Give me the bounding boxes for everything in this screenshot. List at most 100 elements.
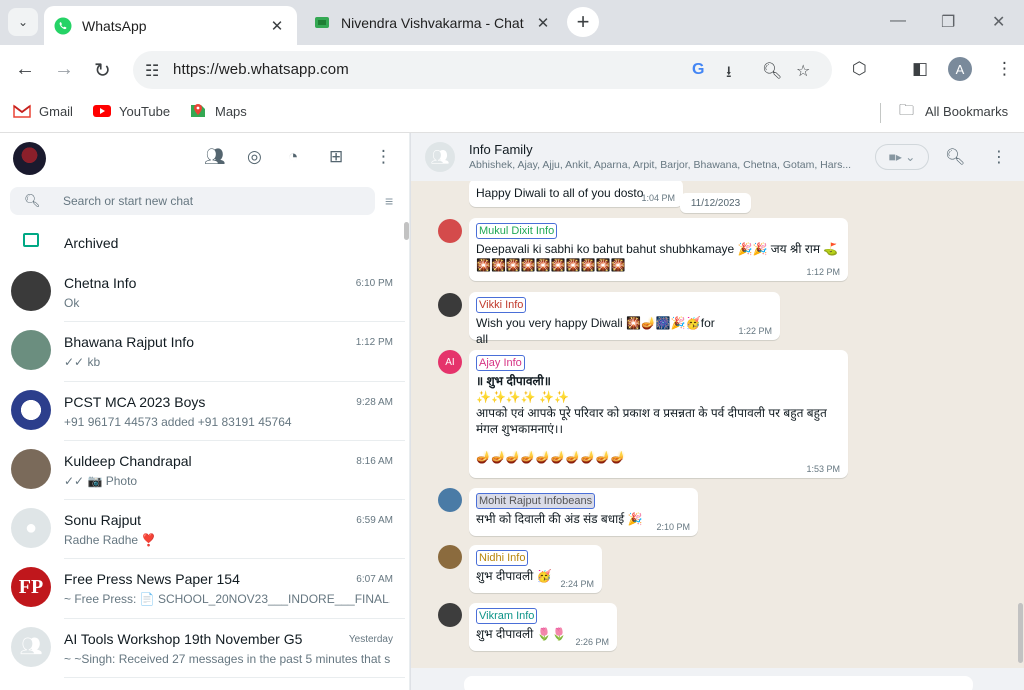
chat-time: 8:16 AM [356, 455, 393, 467]
reload-icon[interactable]: ↻ [94, 58, 111, 83]
more-menu-icon[interactable]: ⋮ [996, 59, 1013, 79]
chat-row[interactable]: Chetna Info 6:10 PM Ok [0, 263, 405, 323]
minimize-icon[interactable]: — [890, 12, 906, 30]
avatar[interactable] [438, 603, 462, 627]
search-input[interactable]: 🔍︎ Search or start new chat [10, 187, 375, 215]
filter-icon[interactable]: ≡ [385, 193, 393, 209]
chat-row[interactable]: FP Free Press News Paper 154 6:07 AM ~ F… [0, 559, 405, 619]
avatar[interactable] [438, 488, 462, 512]
sender-name[interactable]: Mohit Rajput Infobeans [476, 493, 596, 509]
message-text: Wish you very happy Diwali 🎇🪔🎆🎉🥳for all [476, 316, 715, 346]
sender-name[interactable]: Ajay Info [476, 355, 525, 371]
chat-name: Free Press News Paper 154 [64, 571, 240, 588]
address-bar[interactable]: ☷ https://web.whatsapp.com G ⭳ 🔍︎ ☆ [133, 51, 832, 89]
install-app-icon[interactable]: ⭳ [726, 61, 732, 88]
close-icon[interactable]: ✕ [267, 17, 287, 35]
chat-list-pane: 👥︎ ◎ ◔ ⊞ ⋮ 🔍︎ Search or start new chat ≡… [0, 133, 410, 690]
chat-preview: Ok [64, 296, 80, 310]
tab-search-button[interactable]: ⌄ [8, 8, 38, 36]
left-header: 👥︎ ◎ ◔ ⊞ ⋮ [0, 133, 409, 181]
avatar: 👥︎ [11, 626, 51, 667]
all-bookmarks-button[interactable]: 🗀 All Bookmarks [899, 103, 1008, 119]
archived-label: Archived [64, 235, 119, 251]
tab-whatsapp[interactable]: WhatsApp ✕ [44, 6, 297, 45]
bookmark-gmail[interactable]: Gmail [13, 103, 73, 119]
message-bubble[interactable]: Happy Diwali to all of you dosto 1:04 PM [469, 179, 683, 207]
chat-row[interactable]: 👥︎ AI Tools Workshop 19th November G5 Ye… [0, 619, 405, 679]
plus-icon: + [576, 9, 590, 34]
tab-nivendra-chat[interactable]: Nivendra Vishvakarma - Chat ✕ [303, 6, 563, 40]
avatar[interactable] [438, 219, 462, 243]
bookmark-label: Gmail [39, 103, 73, 119]
menu-icon[interactable]: ⋮ [991, 147, 1007, 167]
my-profile-avatar[interactable] [13, 142, 46, 175]
group-name[interactable]: Info Family [469, 142, 533, 157]
avatar [11, 330, 51, 371]
bookmark-star-icon[interactable]: ☆ [796, 61, 810, 81]
status-icon[interactable]: ◎ [247, 147, 262, 167]
chat-row[interactable]: Bhawana Rajput Info 1:12 PM ✓✓ kb [0, 322, 405, 382]
message-input[interactable] [464, 676, 973, 690]
bookmark-youtube[interactable]: YouTube [93, 103, 170, 119]
sender-name[interactable]: Vikki Info [476, 297, 527, 313]
search-icon[interactable]: 🔍︎ [945, 147, 965, 167]
chevron-down-icon: ⌄ [17, 15, 29, 29]
chat-row[interactable]: PCST MCA 2023 Boys 9:28 AM +91 96171 445… [0, 382, 405, 441]
site-settings-icon[interactable]: ☷ [145, 61, 159, 81]
side-panel-icon[interactable]: ◧ [912, 59, 928, 79]
sender-name[interactable]: Nidhi Info [476, 550, 529, 566]
bookmark-label: Maps [215, 103, 247, 119]
message-bubble[interactable]: Mukul Dixit Info Deepavali ki sabhi ko b… [469, 218, 848, 281]
group-avatar[interactable]: 👥︎ [425, 142, 455, 172]
chat-time: 9:28 AM [356, 396, 393, 408]
video-call-button[interactable]: ■▸ ⌄ [875, 144, 929, 170]
message-bubble[interactable]: Vikram Info शुभ दीपावली 🌷🌷 2:26 PM [469, 603, 617, 651]
scrollbar[interactable] [404, 222, 409, 240]
bookmark-maps[interactable]: Maps [189, 103, 247, 119]
conversation-header[interactable]: 👥︎ Info Family Abhishek, Ajay, Ajju, Ank… [411, 133, 1024, 181]
message-text: 🪔🪔🪔🪔🪔🪔🪔🪔🪔🪔 [476, 450, 626, 464]
message-time: 2:10 PM [656, 522, 690, 532]
avatar [11, 448, 51, 489]
tab-strip: ⌄ WhatsApp ✕ Nivendra Vishvakarma - Chat… [0, 0, 1024, 45]
bookmark-label: YouTube [119, 103, 171, 119]
message-time: 1:53 PM [806, 464, 840, 474]
archived-row[interactable]: Archived [0, 225, 405, 263]
message-bubble[interactable]: Nidhi Info शुभ दीपावली 🥳 2:24 PM [469, 545, 602, 593]
back-icon[interactable]: ← [15, 58, 35, 81]
message-bubble[interactable]: Ajay Info ॥ शुभ दीपावली॥ ✨✨✨✨ ✨✨ आपको एव… [469, 350, 848, 478]
restore-icon[interactable]: ❐ [941, 12, 955, 32]
zoom-icon[interactable]: 🔍︎ [762, 61, 782, 81]
new-chat-icon[interactable]: ⊞ [329, 147, 343, 167]
chat-list: Chetna Info 6:10 PM Ok Bhawana Rajput In… [0, 263, 405, 679]
communities-icon[interactable]: 👥︎ [204, 147, 226, 167]
search-placeholder: Search or start new chat [63, 194, 194, 208]
message-bubble[interactable]: Mohit Rajput Infobeans सभी को दिवाली की … [469, 488, 698, 536]
avatar[interactable] [438, 293, 462, 317]
window-close-icon[interactable]: ✕ [992, 12, 1005, 32]
google-icon[interactable]: G [692, 61, 704, 79]
new-tab-button[interactable]: + [567, 7, 599, 37]
forward-icon[interactable]: → [54, 58, 74, 81]
archive-icon [23, 233, 39, 247]
whatsapp-icon [54, 17, 72, 34]
profile-avatar[interactable]: A [948, 57, 972, 81]
tab-title: Nivendra Vishvakarma - Chat [341, 15, 524, 31]
close-icon[interactable]: ✕ [533, 14, 553, 32]
sender-name[interactable]: Mukul Dixit Info [476, 223, 558, 239]
chat-row[interactable]: ● Sonu Rajput 6:59 AM Radhe Radhe ❣️ [0, 500, 405, 560]
group-members: Abhishek, Ajay, Ajju, Ankit, Aparna, Arp… [469, 159, 852, 171]
message-bubble[interactable]: Vikki Info Wish you very happy Diwali 🎇🪔… [469, 292, 780, 346]
menu-icon[interactable]: ⋮ [375, 147, 392, 167]
scrollbar[interactable] [1018, 603, 1023, 663]
avatar[interactable]: AI [438, 350, 462, 374]
search-icon: 🔍︎ [24, 193, 41, 208]
chat-time: 6:07 AM [356, 574, 393, 586]
chat-row[interactable]: Kuldeep Chandrapal 8:16 AM ✓✓ 📷 Photo [0, 441, 405, 501]
url-text[interactable]: https://web.whatsapp.com [173, 61, 349, 78]
extensions-icon[interactable]: ⬡ [852, 59, 867, 79]
channels-icon[interactable]: ◔ [288, 147, 298, 167]
sender-name[interactable]: Vikram Info [476, 608, 538, 624]
avatar[interactable] [438, 545, 462, 569]
divider [64, 677, 405, 679]
